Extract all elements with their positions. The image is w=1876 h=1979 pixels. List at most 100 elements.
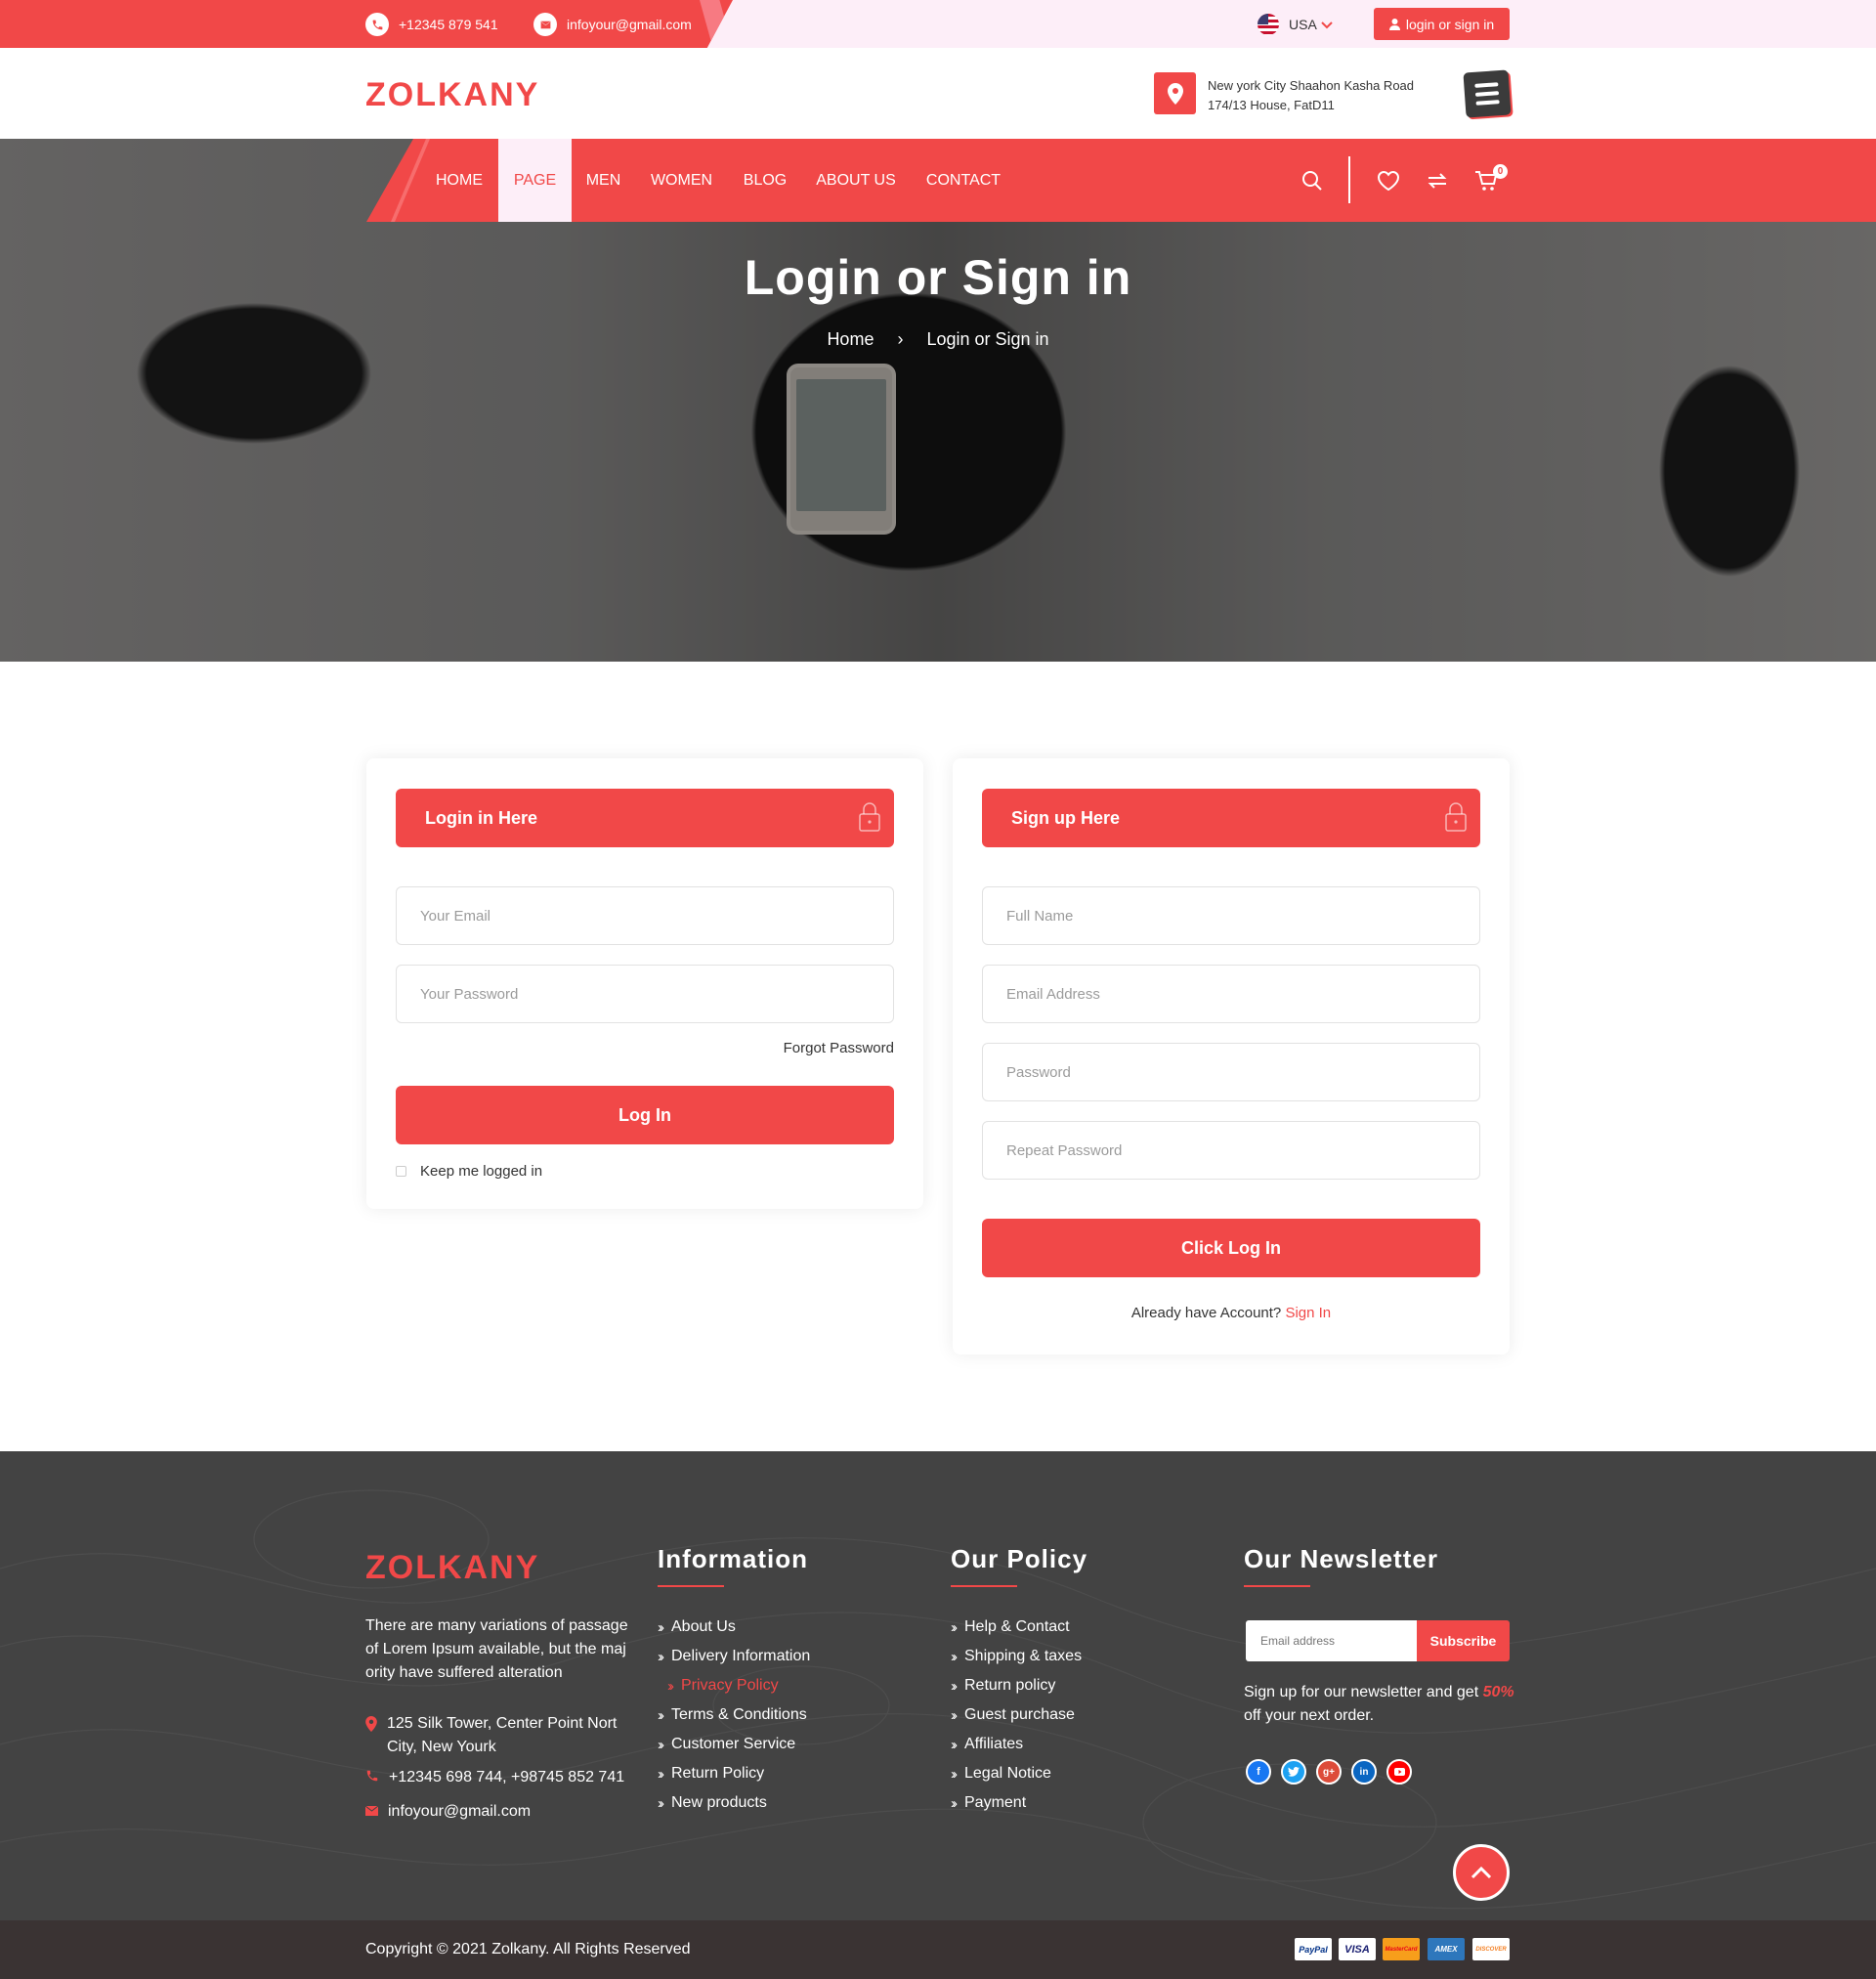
- footer-link[interactable]: ›› Delivery Information: [658, 1642, 810, 1671]
- double-chevron-icon: ››: [951, 1736, 958, 1753]
- lock-icon: [859, 802, 880, 837]
- login-button[interactable]: Log In: [396, 1086, 894, 1144]
- login-heading: Login in Here: [425, 807, 538, 828]
- newsletter-percent: 50%: [1482, 1684, 1514, 1700]
- compare-icon[interactable]: [1425, 168, 1450, 194]
- footer-link[interactable]: ›› About Us: [658, 1613, 810, 1642]
- footer-policy-heading: Our Policy: [951, 1544, 1088, 1587]
- signin-link[interactable]: Sign In: [1285, 1305, 1331, 1321]
- google-plus-icon[interactable]: g+: [1316, 1759, 1342, 1785]
- youtube-icon[interactable]: [1386, 1759, 1412, 1785]
- double-chevron-icon: ››: [951, 1648, 958, 1665]
- footer-information-heading: Information: [658, 1544, 808, 1587]
- envelope-icon: [533, 13, 557, 36]
- phone-icon: [365, 1769, 379, 1787]
- login-button-label: login or sign in: [1405, 16, 1495, 32]
- signup-card-header: Sign up Here: [982, 789, 1480, 847]
- chevron-right-icon: ›: [897, 329, 904, 349]
- login-email-input[interactable]: [396, 886, 894, 945]
- copyright-text: Copyright © 2021 Zolkany. All Rights Res…: [365, 1941, 691, 1957]
- footer-email-text: infoyour@gmail.com: [388, 1803, 532, 1820]
- footer-link[interactable]: ›› Privacy Policy: [658, 1671, 810, 1700]
- signup-fullname-input[interactable]: [982, 886, 1480, 945]
- footer-email[interactable]: infoyour@gmail.com: [364, 1803, 532, 1821]
- nav-item-page[interactable]: PAGE: [498, 139, 572, 222]
- subscribe-button[interactable]: Subscribe: [1417, 1620, 1510, 1661]
- linkedin-icon[interactable]: in: [1351, 1759, 1377, 1785]
- newsletter-description: Sign up for our newsletter and get 50% o…: [1244, 1681, 1517, 1728]
- newsletter-text-2: off your next order.: [1244, 1707, 1375, 1724]
- topbar-phone[interactable]: +12345 879 541: [365, 13, 498, 36]
- breadcrumb: Home › Login or Sign in: [0, 329, 1876, 350]
- footer-link[interactable]: ›› Terms & Conditions: [658, 1700, 810, 1730]
- visa-icon: VISA: [1339, 1938, 1376, 1960]
- nav-item-contact[interactable]: CONTACT: [918, 139, 1008, 222]
- site-logo[interactable]: ZOLKANY: [365, 76, 539, 114]
- double-chevron-icon: ››: [951, 1677, 958, 1695]
- lock-icon: [1445, 802, 1467, 837]
- footer-link[interactable]: ›› Guest purchase: [951, 1700, 1082, 1730]
- footer-link[interactable]: ›› Return Policy: [658, 1759, 810, 1788]
- footer-logo[interactable]: ZOLKANY: [365, 1549, 539, 1587]
- signup-email-input[interactable]: [982, 965, 1480, 1023]
- topbar-email[interactable]: infoyour@gmail.com: [533, 13, 692, 36]
- double-chevron-icon: ››: [951, 1765, 958, 1783]
- forgot-password-link[interactable]: Forgot Password: [684, 1040, 894, 1056]
- chevron-up-icon: [1471, 1866, 1492, 1879]
- nav-item-home[interactable]: HOME: [424, 139, 494, 222]
- copyright-bar: [0, 1920, 1876, 1979]
- logo-text: ZOLKANY: [365, 76, 540, 113]
- breadcrumb-home[interactable]: Home: [827, 329, 874, 350]
- scroll-to-top-button[interactable]: [1453, 1844, 1510, 1901]
- twitter-icon[interactable]: [1281, 1759, 1306, 1785]
- user-icon: [1388, 18, 1400, 30]
- double-chevron-icon: ››: [658, 1618, 664, 1636]
- heart-icon[interactable]: [1376, 168, 1401, 194]
- footer-link[interactable]: ›› Shipping & taxes: [951, 1642, 1082, 1671]
- footer-address-text: 125 Silk Tower, Center Point Nort City, …: [387, 1715, 618, 1755]
- map-pin-icon: [365, 1716, 377, 1759]
- footer-link[interactable]: ›› Payment: [951, 1788, 1082, 1818]
- mastercard-icon: MasterCard: [1383, 1938, 1420, 1960]
- double-chevron-icon: ››: [658, 1765, 664, 1783]
- nav-item-women[interactable]: WOMEN: [641, 139, 722, 222]
- country-select[interactable]: USA: [1258, 14, 1333, 35]
- keep-logged-in-checkbox[interactable]: [396, 1166, 406, 1177]
- double-chevron-icon: ››: [658, 1706, 664, 1724]
- footer-link[interactable]: ›› Customer Service: [658, 1730, 810, 1759]
- signup-heading: Sign up Here: [1011, 807, 1121, 828]
- envelope-icon: [364, 1803, 379, 1821]
- double-chevron-icon: ››: [667, 1677, 674, 1695]
- nav-item-men[interactable]: MEN: [576, 139, 630, 222]
- double-chevron-icon: ››: [658, 1736, 664, 1753]
- signup-repeat-password-input[interactable]: [982, 1121, 1480, 1180]
- footer-phones-text: +12345 698 744, +98745 852 741: [389, 1769, 625, 1785]
- address-line-2: 174/13 House, FatD11: [1208, 98, 1335, 112]
- footer-link[interactable]: ›› Help & Contact: [951, 1613, 1082, 1642]
- signup-password-input[interactable]: [982, 1043, 1480, 1101]
- facebook-icon[interactable]: f: [1246, 1759, 1271, 1785]
- nav-item-about-us[interactable]: ABOUT US: [807, 139, 905, 222]
- page-title: Login or Sign in: [744, 250, 1132, 305]
- footer-link[interactable]: ›› Affiliates: [951, 1730, 1082, 1759]
- location-icon: [1154, 72, 1196, 114]
- newsletter-email-input[interactable]: [1246, 1620, 1417, 1661]
- footer-link[interactable]: ›› New products: [658, 1788, 810, 1818]
- amex-icon: AMEX: [1428, 1938, 1465, 1960]
- hamburger-menu-button[interactable]: [1463, 69, 1512, 118]
- breadcrumb-current: Login or Sign in: [926, 329, 1049, 349]
- double-chevron-icon: ››: [951, 1618, 958, 1636]
- footer-information-links: ›› About Us ›› Delivery Information ›› Priv…: [658, 1613, 810, 1818]
- already-have-account: Already have Account? Sign In: [982, 1305, 1480, 1321]
- nav-item-blog[interactable]: BLOG: [735, 139, 795, 222]
- footer-newsletter-heading: Our Newsletter: [1244, 1544, 1438, 1587]
- footer-link[interactable]: ›› Legal Notice: [951, 1759, 1082, 1788]
- top-bar: [0, 0, 1876, 48]
- address-line-1: New york City Shaahon Kasha Road: [1208, 78, 1415, 93]
- keep-logged-in[interactable]: Keep me logged in: [396, 1163, 542, 1180]
- login-or-signin-button[interactable]: login or sign in: [1374, 8, 1510, 40]
- signup-button[interactable]: Click Log In: [982, 1219, 1480, 1277]
- search-icon[interactable]: [1300, 168, 1325, 194]
- footer-link[interactable]: ›› Return policy: [951, 1671, 1082, 1700]
- login-password-input[interactable]: [396, 965, 894, 1023]
